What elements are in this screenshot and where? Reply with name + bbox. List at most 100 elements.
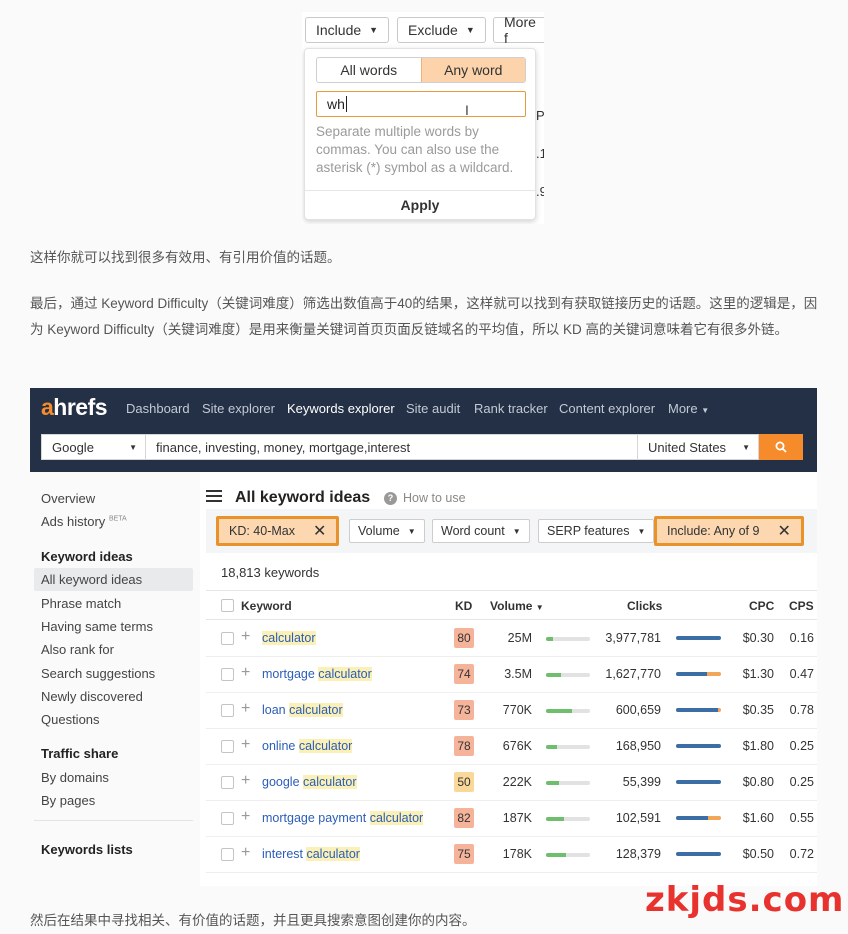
ahrefs-logo[interactable]: ahrefs bbox=[41, 394, 108, 421]
sidebar-item-phrase-match[interactable]: Phrase match bbox=[41, 596, 121, 611]
sidebar-item-by-pages[interactable]: By pages bbox=[41, 793, 95, 808]
keyword-match: calculator bbox=[306, 847, 360, 861]
add-to-list-icon[interactable]: + bbox=[241, 700, 250, 718]
sidebar-section-keyword-ideas: Keyword ideas bbox=[41, 549, 133, 564]
table-row: + mortgage payment calculator 82 187K 102,59… bbox=[206, 801, 817, 837]
add-to-list-icon[interactable]: + bbox=[241, 628, 250, 646]
all-words-option[interactable]: All words bbox=[317, 58, 421, 82]
sidebar-item-keywords-lists[interactable]: Keywords lists bbox=[41, 842, 133, 857]
nav-dashboard[interactable]: Dashboard bbox=[126, 401, 190, 416]
sort-desc-icon: ▼ bbox=[535, 603, 544, 612]
caret-down-icon: ▼ bbox=[742, 442, 750, 452]
search-button[interactable] bbox=[759, 434, 803, 460]
add-to-list-icon[interactable]: + bbox=[241, 772, 250, 790]
add-to-list-icon[interactable]: + bbox=[241, 664, 250, 682]
search-engine-select[interactable]: Google ▼ bbox=[41, 434, 146, 460]
keyword-count: 18,813 keywords bbox=[221, 565, 320, 580]
sidebar-item-also-rank-for[interactable]: Also rank for bbox=[41, 642, 114, 657]
nav-rank-tracker[interactable]: Rank tracker bbox=[474, 401, 548, 416]
nav-more[interactable]: More ▼ bbox=[668, 401, 709, 416]
keyword-link[interactable]: mortgage payment calculator bbox=[262, 811, 424, 825]
country-select[interactable]: United States ▼ bbox=[637, 434, 759, 460]
volume-bar bbox=[546, 745, 590, 749]
nav-keywords-explorer[interactable]: Keywords explorer bbox=[287, 401, 395, 416]
table-row: + loan calculator 73 770K 600,659 $0.35 0.78 bbox=[206, 693, 817, 729]
sidebar-item-all-keyword-ideas[interactable]: All keyword ideas bbox=[41, 572, 142, 587]
question-icon: ? bbox=[384, 491, 397, 505]
nav-content-explorer[interactable]: Content explorer bbox=[559, 401, 655, 416]
table-row: + google calculator 50 222K 55,399 $0.80 0.25 bbox=[206, 765, 817, 801]
select-all-checkbox[interactable] bbox=[221, 599, 234, 612]
keyword-link[interactable]: google calculator bbox=[262, 775, 357, 789]
volume-value: 676K bbox=[502, 739, 532, 753]
caret-down-icon: ▼ bbox=[637, 526, 646, 536]
clicks-value: 168,950 bbox=[615, 739, 661, 753]
nav-site-explorer[interactable]: Site explorer bbox=[202, 401, 275, 416]
volume-value: 178K bbox=[502, 847, 532, 861]
add-to-list-icon[interactable]: + bbox=[241, 736, 250, 754]
cpc-value: $0.50 bbox=[742, 847, 774, 861]
volume-filter-button[interactable]: Volume ▼ bbox=[349, 519, 425, 543]
clicks-value: 128,379 bbox=[615, 847, 661, 861]
include-filter-button[interactable]: Include: Any of 9 ✕ bbox=[654, 516, 804, 546]
keyword-match: calculator bbox=[303, 775, 357, 789]
kd-badge: 82 bbox=[454, 808, 474, 828]
col-cps[interactable]: CPS bbox=[789, 599, 814, 613]
kd-badge: 73 bbox=[454, 700, 474, 720]
volume-value: 3.5M bbox=[504, 667, 532, 681]
volume-value: 187K bbox=[502, 811, 532, 825]
kd-badge: 50 bbox=[454, 772, 474, 792]
keyword-link[interactable]: loan calculator bbox=[262, 703, 343, 717]
include-dropdown-button[interactable]: Include ▼ bbox=[305, 17, 390, 43]
row-checkbox[interactable] bbox=[221, 812, 234, 825]
col-keyword[interactable]: Keyword bbox=[241, 599, 292, 613]
row-checkbox[interactable] bbox=[221, 668, 234, 681]
cps-value: 0.25 bbox=[789, 775, 814, 789]
apply-button[interactable]: Apply bbox=[305, 197, 535, 213]
sidebar-item-ads-history[interactable]: Ads history BETA bbox=[41, 514, 127, 529]
cps-value: 0.78 bbox=[789, 703, 814, 717]
row-checkbox[interactable] bbox=[221, 704, 234, 717]
col-clicks[interactable]: Clicks bbox=[627, 599, 662, 613]
cps-value: 0.47 bbox=[789, 667, 814, 681]
row-checkbox[interactable] bbox=[221, 776, 234, 789]
sidebar-item-search-suggestions[interactable]: Search suggestions bbox=[41, 666, 155, 681]
volume-bar bbox=[546, 817, 590, 821]
keywords-input[interactable]: finance, investing, money, mortgage,inte… bbox=[146, 434, 637, 460]
top-navbar: ahrefs Dashboard Site explorer Keywords … bbox=[30, 388, 817, 472]
add-to-list-icon[interactable]: + bbox=[241, 844, 250, 862]
row-checkbox[interactable] bbox=[221, 632, 234, 645]
serp-features-filter-button[interactable]: SERP features ▼ bbox=[538, 519, 655, 543]
sidebar-item-having-same-terms[interactable]: Having same terms bbox=[41, 619, 153, 634]
keyword-link[interactable]: interest calculator bbox=[262, 847, 360, 861]
any-word-option[interactable]: Any word bbox=[420, 58, 525, 82]
more-filters-button[interactable]: More f bbox=[493, 14, 544, 46]
add-to-list-icon[interactable]: + bbox=[241, 808, 250, 826]
word-count-filter-button[interactable]: Word count ▼ bbox=[432, 519, 530, 543]
sidebar-item-by-domains[interactable]: By domains bbox=[41, 770, 109, 785]
sidebar-item-newly-discovered[interactable]: Newly discovered bbox=[41, 689, 143, 704]
exclude-label: Exclude bbox=[408, 22, 458, 38]
clicks-value: 55,399 bbox=[622, 775, 661, 789]
how-to-use-link[interactable]: ? How to use bbox=[384, 491, 466, 505]
clicks-bar bbox=[676, 816, 721, 820]
sidebar-item-questions[interactable]: Questions bbox=[41, 712, 100, 727]
keyword-link[interactable]: calculator bbox=[262, 631, 316, 645]
kd-filter-button[interactable]: KD: 40-Max ✕ bbox=[216, 516, 340, 546]
cpc-value: $1.80 bbox=[742, 739, 774, 753]
row-checkbox[interactable] bbox=[221, 848, 234, 861]
keyword-link[interactable]: online calculator bbox=[262, 739, 353, 753]
col-cpc[interactable]: CPC bbox=[749, 599, 774, 613]
col-volume[interactable]: Volume ▼ bbox=[490, 599, 544, 613]
row-checkbox[interactable] bbox=[221, 740, 234, 753]
exclude-dropdown-button[interactable]: Exclude ▼ bbox=[397, 17, 486, 43]
col-kd[interactable]: KD bbox=[455, 599, 472, 613]
include-words-input[interactable]: wh bbox=[316, 91, 526, 117]
sidebar-item-overview[interactable]: Overview bbox=[41, 491, 95, 506]
clicks-value: 600,659 bbox=[615, 703, 661, 717]
nav-site-audit[interactable]: Site audit bbox=[406, 401, 460, 416]
volume-bar bbox=[546, 853, 590, 857]
keyword-link[interactable]: mortgage calculator bbox=[262, 667, 372, 681]
background-cell: .9 bbox=[536, 184, 544, 199]
menu-icon[interactable] bbox=[206, 490, 222, 504]
